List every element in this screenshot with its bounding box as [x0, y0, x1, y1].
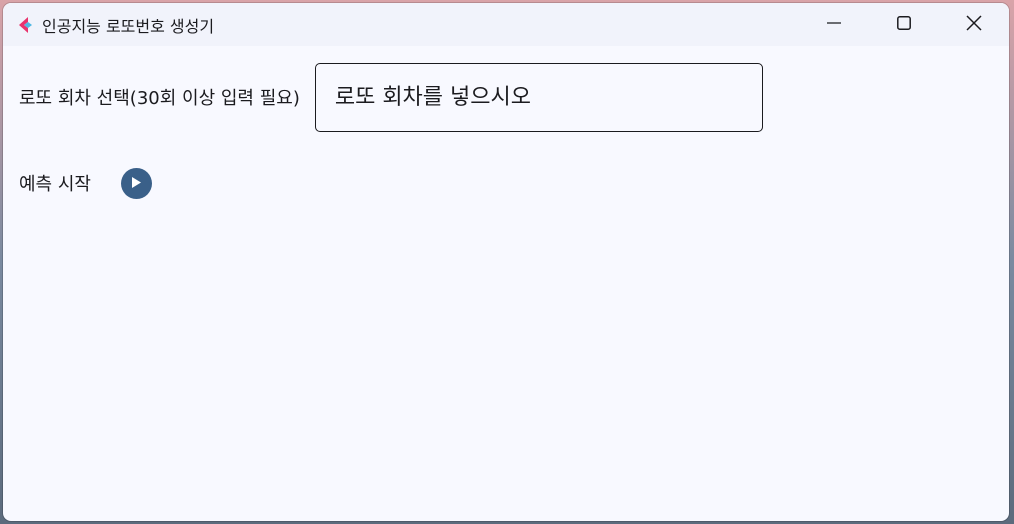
start-prediction-row: 예측 시작 [19, 163, 152, 203]
round-label: 로또 회차 선택(30회 이상 입력 필요) [19, 88, 300, 109]
window-controls [799, 3, 1009, 46]
main-content: 로또 회차 선택(30회 이상 입력 필요) 예측 시작 [3, 46, 1009, 521]
minimize-icon [827, 15, 841, 34]
round-input-container[interactable] [314, 62, 763, 132]
close-icon [966, 14, 982, 35]
round-input-row: 로또 회차 선택(30회 이상 입력 필요) [19, 62, 763, 132]
maximize-button[interactable] [869, 3, 939, 46]
app-logo-icon [16, 16, 34, 34]
close-button[interactable] [939, 3, 1009, 46]
window-title: 인공지능 로또번호 생성기 [42, 16, 215, 36]
round-input[interactable] [332, 83, 762, 111]
play-circle-icon [130, 174, 142, 193]
app-window: 인공지능 로또번호 생성기 로또 회차 선택(30회 이상 입력 필요) 로또 … [3, 3, 1009, 521]
start-label: 예측 시작 [19, 174, 91, 195]
maximize-icon [897, 15, 911, 34]
start-prediction-button[interactable] [120, 167, 152, 199]
minimize-button[interactable] [799, 3, 869, 46]
title-bar[interactable]: 인공지능 로또번호 생성기 [3, 3, 1009, 46]
